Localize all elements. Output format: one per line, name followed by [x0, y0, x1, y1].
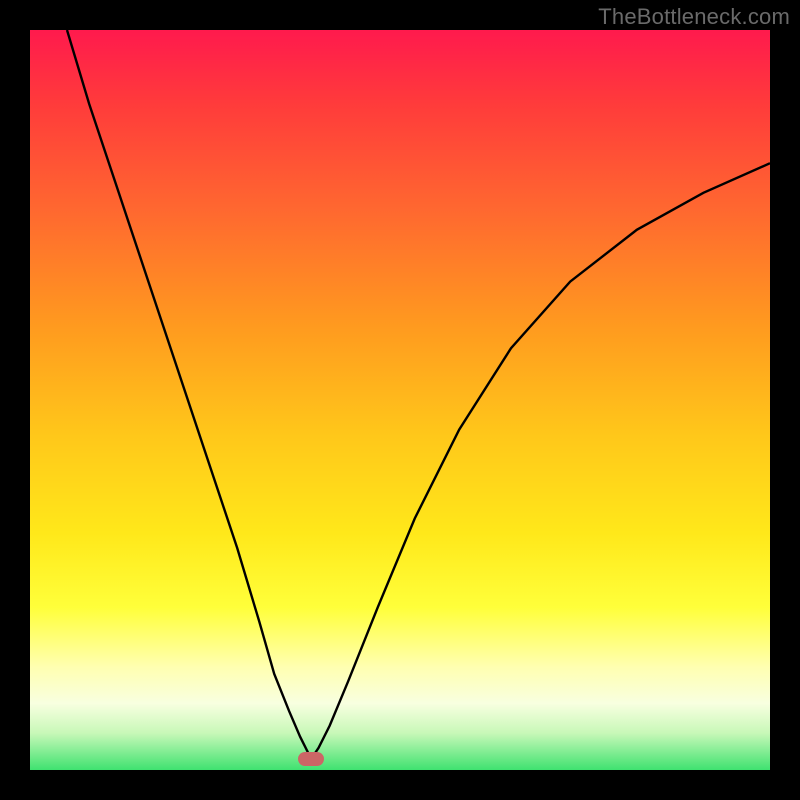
chart-frame: TheBottleneck.com — [0, 0, 800, 800]
plot-area — [30, 30, 770, 770]
optimum-marker — [298, 752, 324, 766]
bottleneck-curve — [30, 30, 770, 770]
watermark-label: TheBottleneck.com — [598, 4, 790, 30]
curve-path — [67, 30, 770, 759]
